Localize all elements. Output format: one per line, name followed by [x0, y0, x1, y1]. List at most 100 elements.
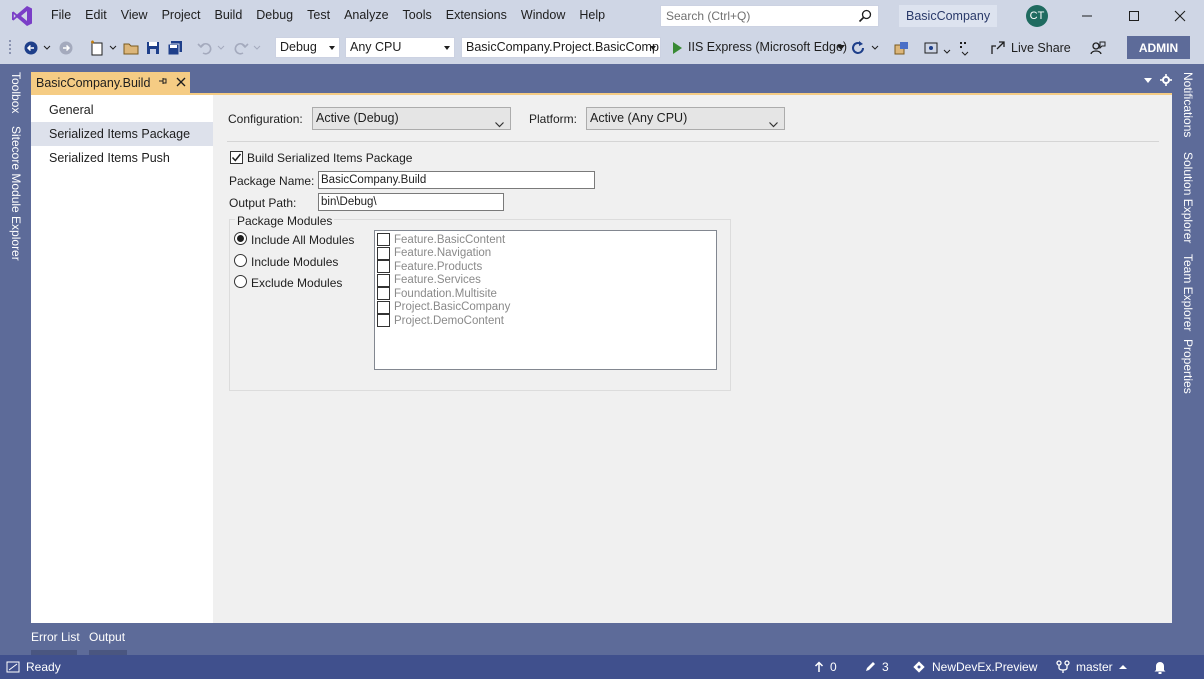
list-item[interactable]: Foundation.Multisite: [377, 287, 497, 300]
menu-project[interactable]: Project: [155, 0, 208, 31]
run-target-dropdown[interactable]: [836, 37, 846, 58]
module-checkbox[interactable]: [377, 260, 390, 273]
menu-window[interactable]: Window: [514, 0, 572, 31]
sitecore-sync-button[interactable]: [892, 37, 912, 58]
solution-platform-value: Any CPU: [350, 40, 402, 54]
solution-name[interactable]: BasicCompany: [899, 5, 998, 27]
module-checkbox[interactable]: [377, 233, 390, 246]
close-window-button[interactable]: [1157, 0, 1203, 31]
menu-test[interactable]: Test: [300, 0, 337, 31]
live-share-button[interactable]: Live Share: [990, 37, 1071, 58]
redo-button[interactable]: [232, 37, 262, 58]
search-icon: [858, 9, 872, 26]
minimize-button[interactable]: [1064, 0, 1110, 31]
modules-checklist[interactable]: Feature.BasicContent Feature.Navigation …: [374, 230, 717, 370]
start-debugging-button[interactable]: [670, 37, 684, 58]
nav-item-serialized-items-push[interactable]: Serialized Items Push: [31, 146, 213, 170]
browser-refresh-button[interactable]: [850, 37, 880, 58]
platform-dropdown[interactable]: Active (Any CPU): [586, 107, 785, 130]
menu-analyze[interactable]: Analyze: [337, 0, 395, 31]
output-path-label: Output Path:: [229, 196, 297, 210]
browser-link-button[interactable]: [922, 37, 952, 58]
radio-selected-dot: [237, 235, 244, 242]
notifications-bell[interactable]: [1153, 660, 1167, 674]
navigate-forward-button[interactable]: [56, 37, 76, 58]
tab-list-dropdown-icon[interactable]: [1144, 76, 1152, 87]
menu-file[interactable]: File: [44, 0, 78, 31]
sitecore-module-explorer-tab[interactable]: Sitecore Module Explorer: [9, 126, 23, 261]
output-path-field[interactable]: bin\Debug\: [318, 193, 504, 211]
chevron-down-icon: [650, 46, 656, 50]
module-name: Feature.Navigation: [394, 247, 492, 259]
module-checkbox[interactable]: [377, 287, 390, 300]
navigate-back-button[interactable]: [22, 37, 52, 58]
menu-build[interactable]: Build: [207, 0, 249, 31]
arrow-up-icon: [814, 661, 824, 672]
menu-tools[interactable]: Tools: [396, 0, 439, 31]
menu-extensions[interactable]: Extensions: [439, 0, 514, 31]
menu-edit[interactable]: Edit: [78, 0, 114, 31]
package-name-field[interactable]: BasicCompany.Build: [318, 171, 595, 189]
toolbar-overflow-button[interactable]: [956, 37, 976, 58]
tab-output[interactable]: Output: [89, 630, 125, 644]
redo-icon: [234, 42, 261, 55]
close-tab-icon[interactable]: [176, 75, 186, 90]
list-item[interactable]: Feature.Services: [377, 273, 481, 287]
team-explorer-tab[interactable]: Team Explorer: [1181, 254, 1195, 331]
configuration-dropdown[interactable]: Active (Debug): [312, 107, 511, 130]
pending-changes[interactable]: 3: [864, 660, 889, 674]
properties-tab[interactable]: Properties: [1181, 339, 1195, 394]
solution-configuration-dropdown[interactable]: Debug: [275, 37, 340, 58]
configuration-label: Configuration:: [228, 112, 303, 126]
unpushed-count: 0: [830, 660, 837, 674]
save-all-button[interactable]: [166, 37, 184, 58]
include-modules-label[interactable]: Include Modules: [251, 255, 338, 269]
gear-icon[interactable]: [1160, 74, 1172, 89]
list-item[interactable]: Feature.Navigation: [377, 246, 492, 260]
exclude-modules-label[interactable]: Exclude Modules: [251, 276, 342, 290]
project-properties-editor: General Serialized Items Package Seriali…: [31, 95, 1172, 623]
repository-selector[interactable]: NewDevEx.Preview: [912, 660, 1037, 674]
unpushed-commits[interactable]: 0: [814, 660, 837, 674]
exclude-modules-radio[interactable]: [234, 275, 247, 288]
include-all-modules-label[interactable]: Include All Modules: [251, 233, 354, 247]
menu-help[interactable]: Help: [572, 0, 612, 31]
document-tab[interactable]: BasicCompany.Build: [31, 72, 191, 93]
include-modules-radio[interactable]: [234, 254, 247, 267]
search-input[interactable]: Search (Ctrl+Q): [660, 5, 879, 27]
menu-view[interactable]: View: [114, 0, 155, 31]
open-file-button[interactable]: [122, 37, 140, 58]
list-item[interactable]: Feature.BasicContent: [377, 233, 505, 246]
list-item[interactable]: Project.BasicCompany: [377, 300, 510, 314]
save-button[interactable]: [144, 37, 162, 58]
module-checkbox[interactable]: [377, 273, 390, 287]
solution-platform-dropdown[interactable]: Any CPU: [345, 37, 455, 58]
build-package-checkbox[interactable]: [230, 151, 243, 164]
list-item[interactable]: Feature.Products: [377, 260, 482, 273]
module-checkbox[interactable]: [377, 300, 390, 314]
module-checkbox[interactable]: [377, 314, 390, 327]
nav-item-general[interactable]: General: [31, 98, 213, 122]
toolbox-tab[interactable]: Toolbox: [9, 72, 23, 113]
include-all-modules-radio[interactable]: [234, 232, 247, 245]
list-item[interactable]: Project.DemoContent: [377, 314, 504, 327]
avatar[interactable]: CT: [1026, 5, 1048, 27]
run-target-label[interactable]: IIS Express (Microsoft Edge): [688, 37, 847, 58]
notifications-tab[interactable]: Notifications: [1181, 72, 1195, 137]
feedback-button[interactable]: [1088, 37, 1108, 58]
build-package-label[interactable]: Build Serialized Items Package: [247, 151, 412, 165]
chevron-down-icon: [444, 46, 450, 50]
startup-project-dropdown[interactable]: BasicCompany.Project.BasicComp: [461, 37, 661, 58]
status-ready: Ready: [6, 660, 61, 674]
new-project-button[interactable]: [88, 37, 118, 58]
maximize-button[interactable]: [1111, 0, 1157, 31]
nav-item-serialized-items-package[interactable]: Serialized Items Package: [31, 122, 213, 146]
branch-selector[interactable]: master: [1056, 660, 1127, 674]
tab-error-list[interactable]: Error List: [31, 630, 80, 644]
solution-explorer-tab[interactable]: Solution Explorer: [1181, 152, 1195, 243]
pin-icon[interactable]: [158, 76, 168, 89]
chevron-up-icon: [1118, 665, 1127, 669]
module-checkbox[interactable]: [377, 246, 390, 260]
menu-debug[interactable]: Debug: [249, 0, 300, 31]
undo-button[interactable]: [196, 37, 226, 58]
